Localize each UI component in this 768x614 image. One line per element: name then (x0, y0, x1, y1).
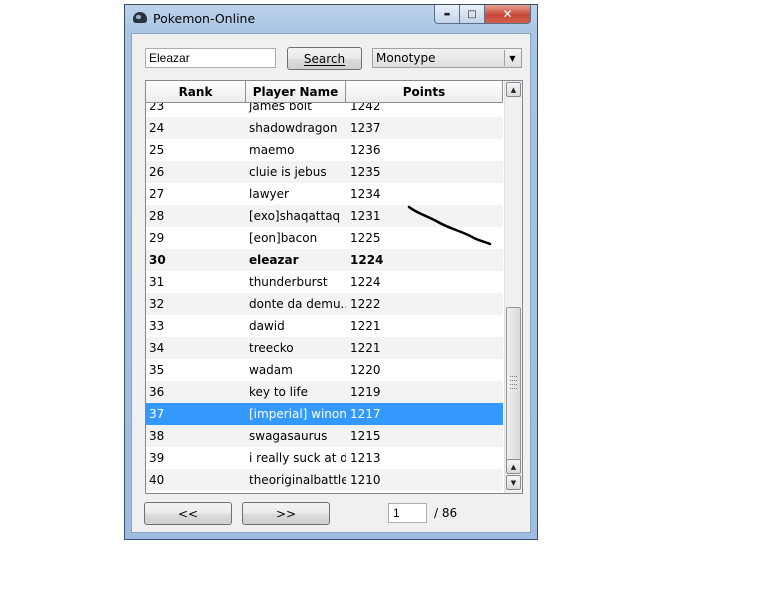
freehand-arrow-stroke (407, 205, 492, 246)
annotation-overlay (407, 205, 492, 246)
